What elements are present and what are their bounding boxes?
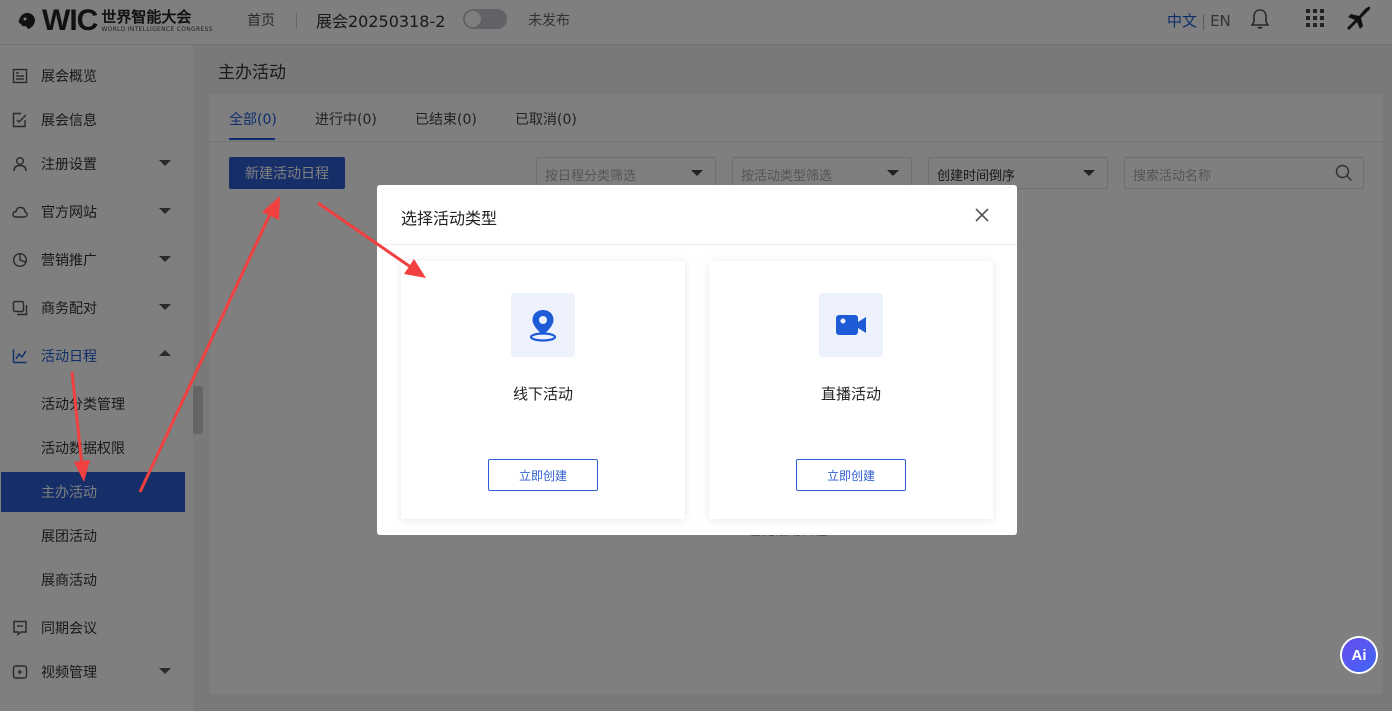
video-camera-icon [836, 315, 866, 335]
close-icon[interactable] [974, 207, 990, 223]
live-activity-card[interactable]: 直播活动 立即创建 [709, 261, 993, 519]
create-live-button[interactable]: 立即创建 [796, 459, 906, 491]
activity-type-dialog: 选择活动类型 线下活动 立即创建 直播活动 立即创建 [377, 185, 1017, 535]
card-title: 直播活动 [820, 385, 881, 403]
offline-activity-card[interactable]: 线下活动 立即创建 [401, 261, 685, 519]
location-pin-icon [529, 310, 557, 342]
dialog-title: 选择活动类型 [401, 209, 498, 228]
create-offline-button[interactable]: 立即创建 [488, 459, 598, 491]
card-title: 线下活动 [512, 385, 573, 403]
icon-box [511, 293, 575, 357]
ai-assistant-button[interactable]: Ai [1342, 638, 1376, 672]
icon-box [819, 293, 883, 357]
dialog-header: 选择活动类型 [377, 185, 1017, 245]
